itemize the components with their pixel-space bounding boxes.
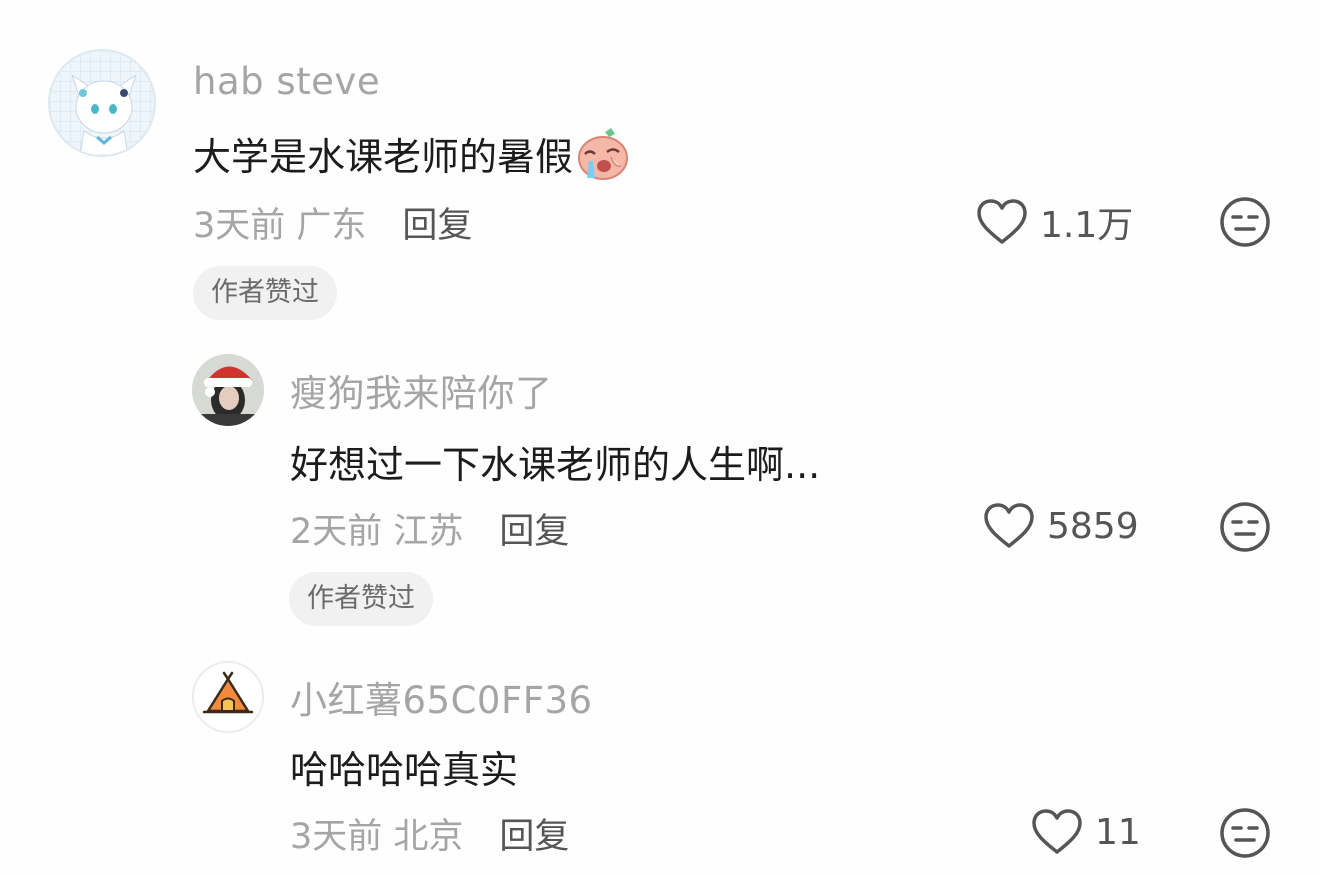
- christmas-hat-avatar-image: [192, 354, 264, 426]
- like-button[interactable]: 1.1万: [976, 196, 1133, 248]
- author-liked-badge: 作者赞过: [193, 266, 337, 320]
- comment-text-content: 大学是水课老师的暑假: [193, 135, 574, 179]
- comment-meta: 2天前 江苏 回复: [290, 503, 569, 554]
- comment-username[interactable]: 瘦狗我来陪你了: [290, 363, 553, 417]
- heart-outline-icon: [1032, 809, 1082, 854]
- like-count: 1.1万: [1040, 205, 1134, 246]
- like-button[interactable]: 11: [1031, 808, 1141, 856]
- neutral-face-icon: [1220, 502, 1270, 552]
- dislike-button[interactable]: [1219, 501, 1271, 557]
- comment-text: 哈哈哈哈真实: [290, 739, 518, 794]
- reply-button[interactable]: 回复: [499, 503, 569, 554]
- reply-button[interactable]: 回复: [499, 808, 569, 859]
- comment-text: 大学是水课老师的暑假: [193, 126, 631, 181]
- neutral-face-icon: [1220, 808, 1270, 858]
- comment-text-content: 哈哈哈哈真实: [290, 748, 519, 792]
- author-liked-badge: 作者赞过: [289, 572, 433, 626]
- comment-text: 好想过一下水课老师的人生啊...: [290, 434, 820, 489]
- heart-outline-icon: [984, 503, 1034, 548]
- comment-username[interactable]: 小红薯65C0FF36: [290, 670, 593, 724]
- avatar[interactable]: [192, 354, 264, 426]
- crying-face-emoji-icon: [575, 127, 631, 180]
- avatar[interactable]: [48, 49, 156, 157]
- dislike-button[interactable]: [1219, 196, 1271, 252]
- comment-time-location: 2天前 江苏: [290, 512, 464, 552]
- dislike-button[interactable]: [1219, 807, 1271, 863]
- comment-time-location: 3天前 北京: [290, 817, 464, 857]
- like-count: 11: [1095, 811, 1141, 853]
- heart-outline-icon: [977, 199, 1027, 244]
- reply-button[interactable]: 回复: [402, 197, 472, 248]
- anime-girl-avatar-image: [50, 51, 154, 155]
- comment-time-location: 3天前 广东: [193, 206, 367, 246]
- tent-avatar-image: [202, 671, 254, 714]
- comment-meta: 3天前 北京 回复: [290, 808, 569, 859]
- neutral-face-icon: [1220, 197, 1270, 247]
- comment-username[interactable]: hab steve: [193, 60, 380, 103]
- comment-meta: 3天前 广东 回复: [193, 197, 472, 248]
- comment-text-content: 好想过一下水课老师的人生啊...: [290, 443, 821, 487]
- like-button[interactable]: 5859: [983, 502, 1139, 550]
- avatar[interactable]: [192, 661, 264, 733]
- like-count: 5859: [1047, 505, 1139, 547]
